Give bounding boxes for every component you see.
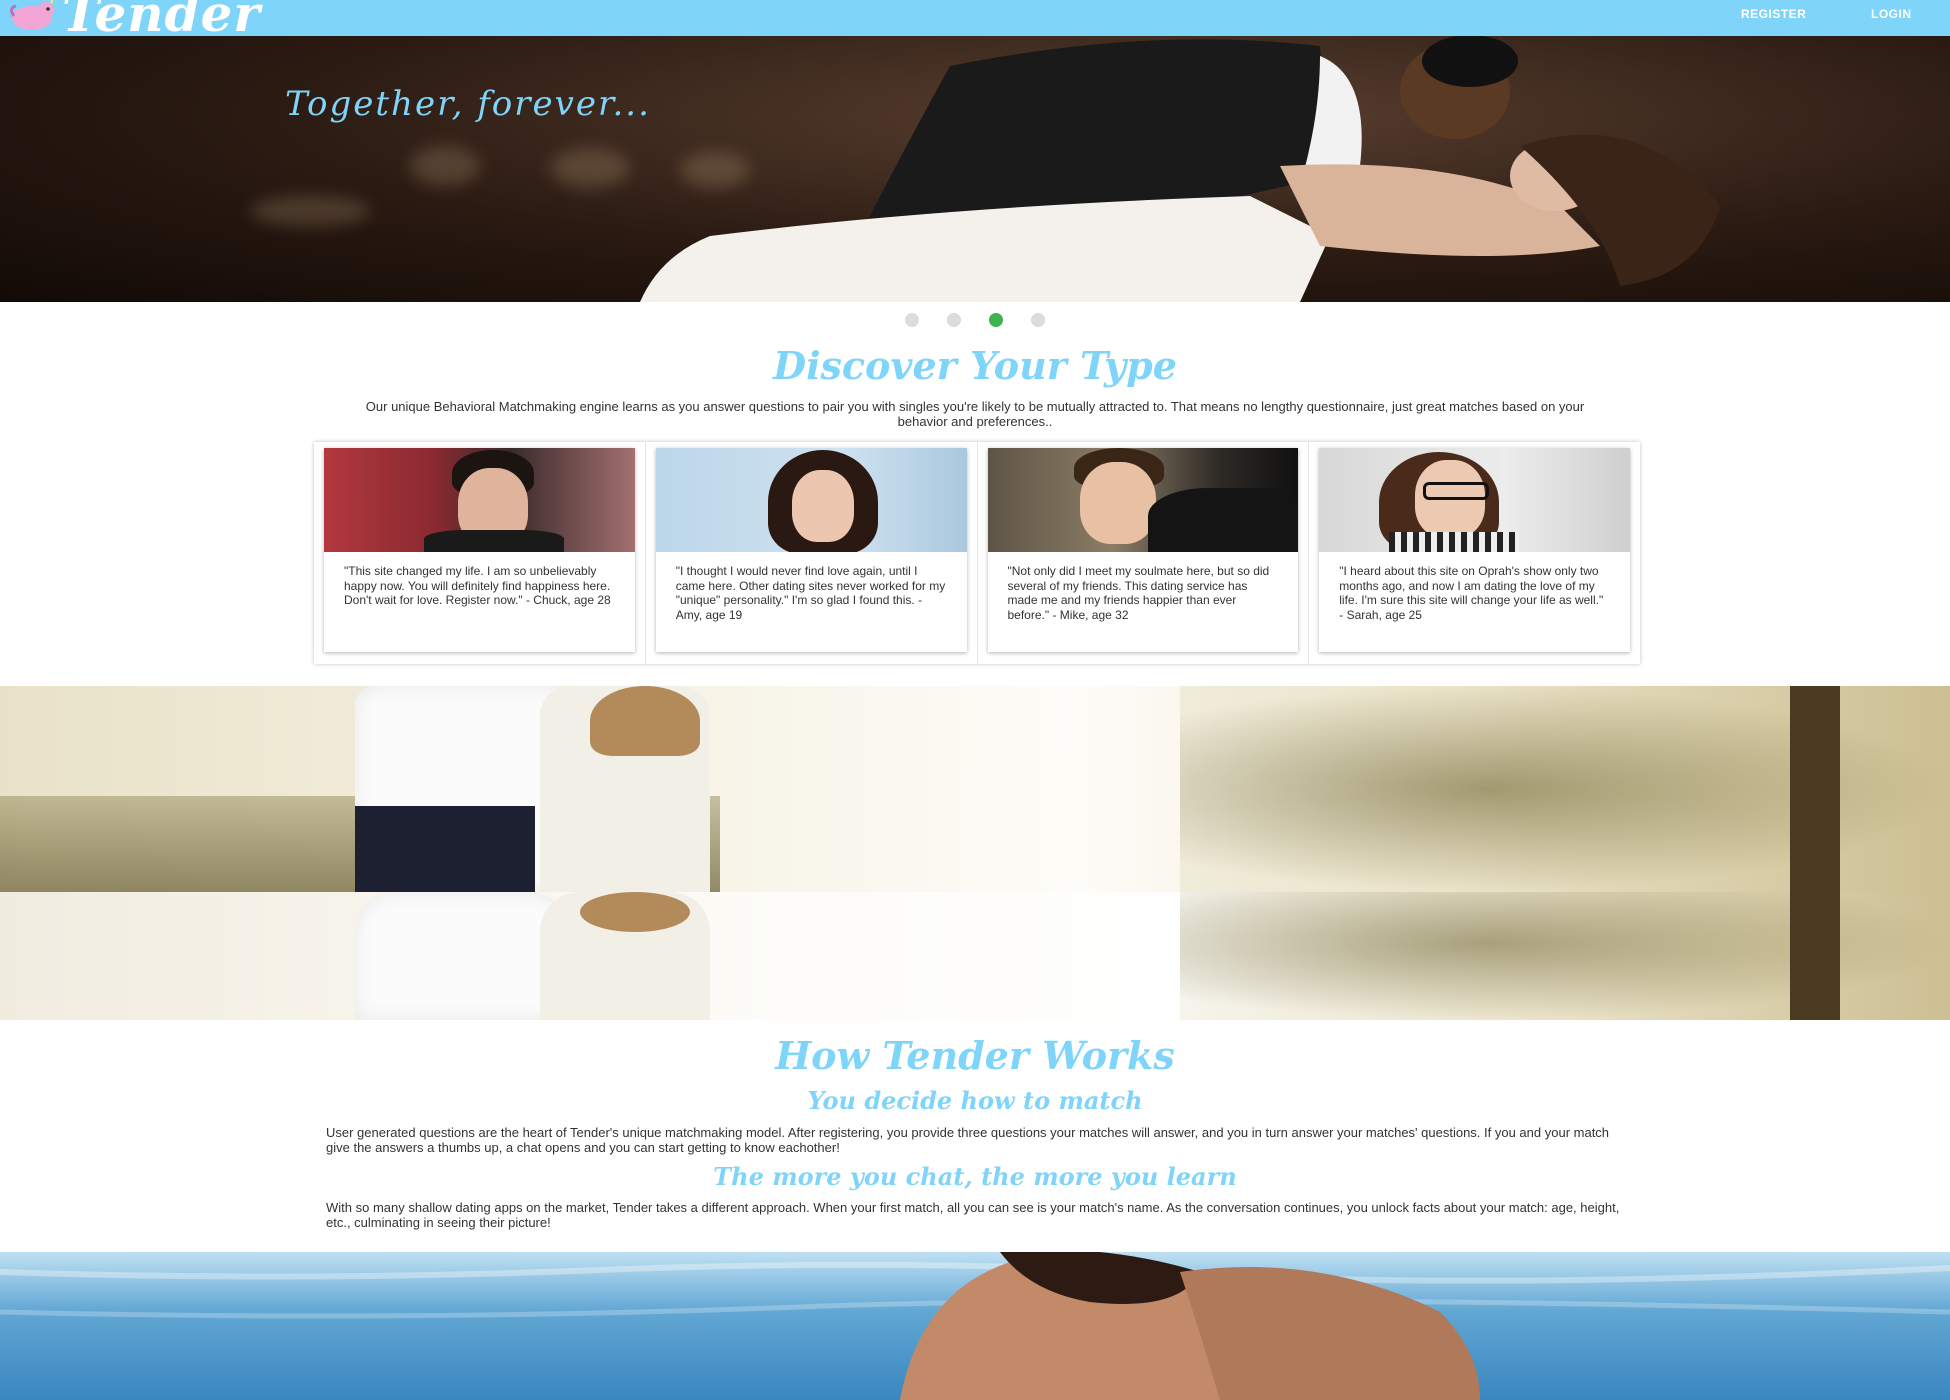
- how-text-chat: With so many shallow dating apps on the …: [326, 1200, 1620, 1230]
- top-navbar: Tender REGISTER LOGIN: [0, 0, 1950, 43]
- testimonial-cards: "This site changed my life. I am so unbe…: [314, 442, 1640, 664]
- testimonial-quote: "I thought I would never find love again…: [675, 564, 946, 622]
- discover-intro: Our unique Behavioral Matchmaking engine…: [365, 399, 1585, 429]
- how-subtitle-chat: The more you chat, the more you learn: [713, 1162, 1237, 1191]
- carousel-dot-2[interactable]: [947, 313, 961, 327]
- testimonial-quote: "Not only did I meet my soulmate here, b…: [1007, 564, 1270, 622]
- couple-parallax-image-repeat: [0, 892, 1950, 1020]
- how-subtitle-match: You decide how to match: [807, 1086, 1143, 1115]
- testimonial-card: "I thought I would never find love again…: [646, 442, 978, 664]
- hero-couple-image: [640, 36, 1720, 302]
- couple-parallax-image: [0, 686, 1950, 892]
- testimonial-card: "This site changed my life. I am so unbe…: [314, 442, 646, 664]
- carousel-indicators: [0, 313, 1950, 327]
- carousel-dot-4[interactable]: [1031, 313, 1045, 327]
- carousel-dot-3[interactable]: [989, 313, 1003, 327]
- testimonial-photo-chuck: [324, 448, 635, 552]
- testimonial-card: "I heard about this site on Oprah's show…: [1309, 442, 1640, 664]
- beach-couple-image: [0, 1252, 1950, 1400]
- testimonial-photo-mike: [987, 448, 1299, 552]
- brand-logo[interactable]: Tender: [6, 0, 261, 43]
- how-text-match: User generated questions are the heart o…: [326, 1125, 1610, 1155]
- brand-name: Tender: [62, 0, 261, 43]
- carousel-dot-1[interactable]: [905, 313, 919, 327]
- testimonial-photo-amy: [655, 448, 967, 552]
- hero-caption: Together, forever...: [285, 84, 651, 124]
- unicorn-logo-icon: [9, 0, 54, 30]
- testimonial-photo-sarah: [1319, 448, 1630, 552]
- login-link[interactable]: LOGIN: [1871, 0, 1912, 28]
- register-link[interactable]: REGISTER: [1741, 0, 1806, 28]
- testimonial-card: "Not only did I meet my soulmate here, b…: [978, 442, 1310, 664]
- how-title: How Tender Works: [775, 1033, 1175, 1078]
- testimonial-quote: "This site changed my life. I am so unbe…: [344, 564, 611, 608]
- discover-title: Discover Your Type: [773, 343, 1177, 388]
- testimonial-quote: "I heard about this site on Oprah's show…: [1339, 564, 1604, 622]
- hero-carousel: Together, forever...: [0, 36, 1950, 302]
